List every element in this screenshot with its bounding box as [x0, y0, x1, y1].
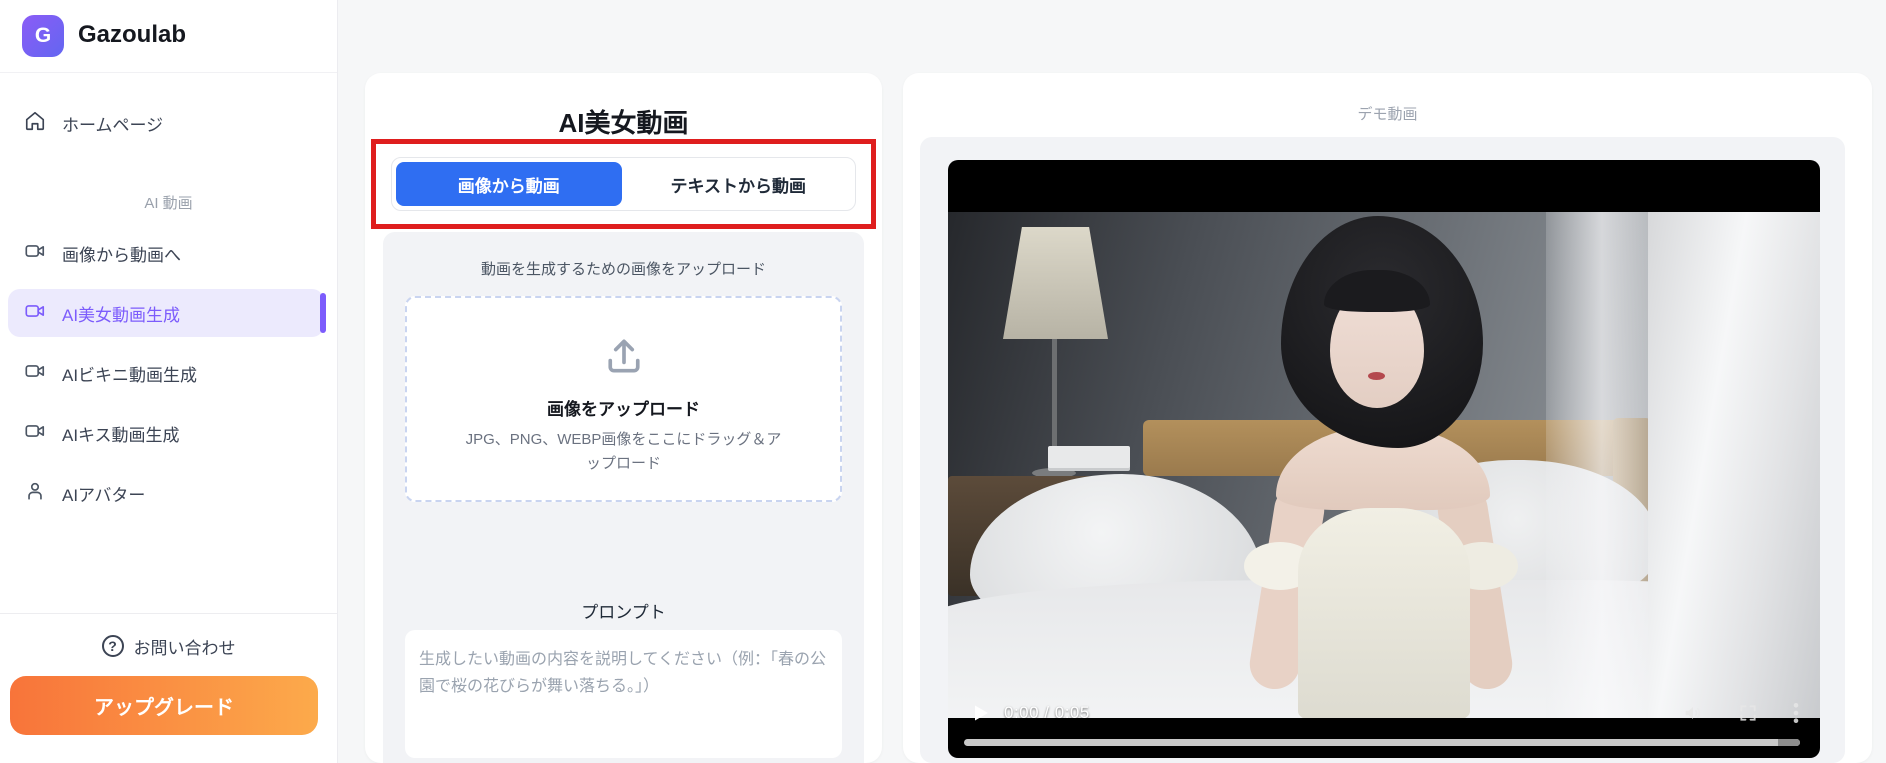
logo-letter: G: [34, 24, 52, 47]
sidebar-section-label: AI 動画: [144, 195, 193, 212]
prompt-input[interactable]: [405, 630, 842, 758]
logo-row: G Gazoulab: [0, 0, 337, 73]
demo-video-title: デモ動画: [1357, 106, 1418, 123]
volume-muted-icon: [1685, 707, 1701, 719]
tab-group: 画像から動画 テキストから動画: [391, 157, 856, 211]
lamp-shade-shape: [1003, 227, 1108, 339]
play-button[interactable]: [972, 704, 990, 722]
contact-label: お問い合わせ: [133, 638, 236, 658]
woman-lips-shape: [1368, 372, 1385, 380]
active-indicator-bar: [320, 293, 326, 333]
sidebar-item-home[interactable]: ホームページ: [8, 101, 324, 145]
tab-text-to-video[interactable]: テキストから動画: [626, 162, 852, 206]
video-camera-icon: [24, 420, 46, 447]
sidebar-item-label: AIアバター: [62, 485, 146, 505]
question-circle-icon: ?: [101, 635, 124, 657]
sidebar-item-label: 画像から動画へ: [62, 245, 181, 265]
white-camisole-shape: [1298, 508, 1470, 718]
upgrade-button[interactable]: アップグレード: [10, 676, 318, 735]
progress-remaining-segment: [1778, 739, 1800, 746]
tab-image-to-video[interactable]: 画像から動画: [396, 162, 622, 206]
sidebar-item-ai-kiss-video[interactable]: AIキス動画生成: [8, 409, 324, 457]
sidebar-item-label: AIキス動画生成: [62, 425, 180, 445]
play-icon: [975, 705, 988, 721]
video-frame: [948, 212, 1820, 718]
page-title: AI美女動画: [558, 108, 689, 138]
sidebar: G Gazoulab ホームページ AI 動画 画像から動画へ AI美女動画生成…: [0, 0, 338, 763]
book-shape: [1048, 446, 1130, 468]
demo-card: デモ動画 0:00 / 0:05: [903, 73, 1872, 763]
video-camera-icon: [24, 360, 46, 387]
home-icon: [24, 110, 46, 137]
kebab-menu-icon: [1793, 702, 1799, 724]
more-options-button[interactable]: [1792, 702, 1800, 724]
sidebar-item-label: AI美女動画生成: [62, 305, 181, 325]
fullscreen-icon: [1740, 705, 1756, 721]
app-name: Gazoulab: [78, 21, 187, 48]
sidebar-item-ai-beauty-video[interactable]: AI美女動画生成: [8, 289, 326, 337]
volume-muted-button[interactable]: [1682, 702, 1704, 724]
sidebar-item-ai-avatar[interactable]: AIアバター: [8, 469, 324, 517]
sidebar-divider: [0, 613, 337, 614]
app-screen: G Gazoulab ホームページ AI 動画 画像から動画へ AI美女動画生成…: [0, 0, 1886, 763]
sidebar-item-image-to-video[interactable]: 画像から動画へ: [8, 229, 324, 277]
sidebar-item-label: AIビキニ動画生成: [62, 365, 198, 385]
image-upload-dropzone[interactable]: 画像をアップロード JPG、PNG、WEBP画像をここにドラッグ＆アップロード: [405, 296, 842, 502]
upload-hint-text: 動画を生成するための画像をアップロード: [480, 261, 766, 278]
person-icon: [24, 480, 46, 507]
upload-title: 画像をアップロード: [547, 400, 700, 419]
curtain-shape: [1648, 212, 1820, 718]
sidebar-item-ai-bikini-video[interactable]: AIビキニ動画生成: [8, 349, 324, 397]
upload-subtitle: JPG、PNG、WEBP画像をここにドラッグ＆アップロード: [465, 431, 782, 472]
video-progress-bar[interactable]: [964, 739, 1800, 746]
video-controls-bar: 0:00 / 0:05: [948, 690, 1820, 736]
demo-video-panel: 0:00 / 0:05: [920, 137, 1845, 763]
app-logo[interactable]: G: [22, 15, 64, 57]
fullscreen-button[interactable]: [1738, 703, 1758, 723]
upload-icon: [607, 339, 640, 373]
video-time-display: 0:00 / 0:05: [1004, 703, 1090, 722]
generator-card: AI美女動画 画像から動画 テキストから動画 動画を生成するための画像をアップロ…: [365, 73, 882, 763]
generator-panel: 動画を生成するための画像をアップロード 画像をアップロード JPG、PNG、WE…: [383, 232, 864, 763]
video-player[interactable]: 0:00 / 0:05: [948, 160, 1820, 758]
sidebar-item-label: ホームページ: [62, 115, 164, 135]
video-camera-icon: [24, 300, 46, 327]
video-camera-icon: [24, 240, 46, 267]
contact-link[interactable]: ? お問い合わせ: [0, 628, 337, 664]
prompt-label: プロンプト: [581, 603, 666, 622]
